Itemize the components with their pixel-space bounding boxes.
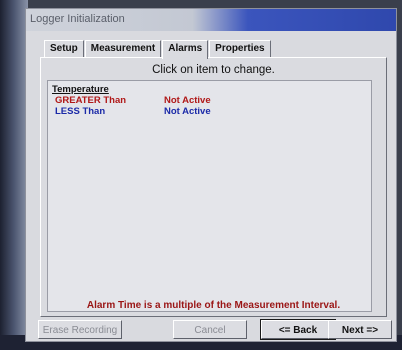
desktop-background-left <box>0 0 28 350</box>
tab-strip: Setup Measurement Alarms Properties <box>44 39 272 59</box>
window-title: Logger Initialization <box>30 13 125 25</box>
alarm-item-less-than[interactable]: LESS Than Not Active <box>52 106 352 117</box>
alarm-interval-note: Alarm Time is a multiple of the Measurem… <box>86 300 341 311</box>
instruction-text: Click on item to change. <box>152 64 275 76</box>
cancel-button[interactable]: Cancel <box>173 320 247 339</box>
tab-properties[interactable]: Properties <box>209 40 271 57</box>
section-heading: Temperature <box>52 84 109 95</box>
title-bar[interactable]: Logger Initialization <box>26 9 396 31</box>
alarm-condition-label: GREATER Than <box>55 95 127 106</box>
tab-measurement[interactable]: Measurement <box>84 40 162 57</box>
alarm-list[interactable]: Temperature GREATER Than Not Active LESS… <box>47 80 372 312</box>
tab-setup[interactable]: Setup <box>44 40 84 57</box>
alarm-status-label: Not Active <box>164 95 211 106</box>
alarm-status-label: Not Active <box>164 106 211 117</box>
erase-recording-button[interactable]: Erase Recording <box>38 320 122 339</box>
back-button[interactable]: <= Back <box>260 319 336 340</box>
alarm-item-greater-than[interactable]: GREATER Than Not Active <box>52 95 352 106</box>
tab-alarms[interactable]: Alarms <box>162 40 209 59</box>
alarms-panel: Click on item to change. Temperature GRE… <box>40 57 387 317</box>
logger-initialization-window: Logger Initialization Setup Measurement … <box>25 8 397 342</box>
next-button[interactable]: Next => <box>328 320 392 339</box>
alarm-condition-label: LESS Than <box>55 106 106 117</box>
